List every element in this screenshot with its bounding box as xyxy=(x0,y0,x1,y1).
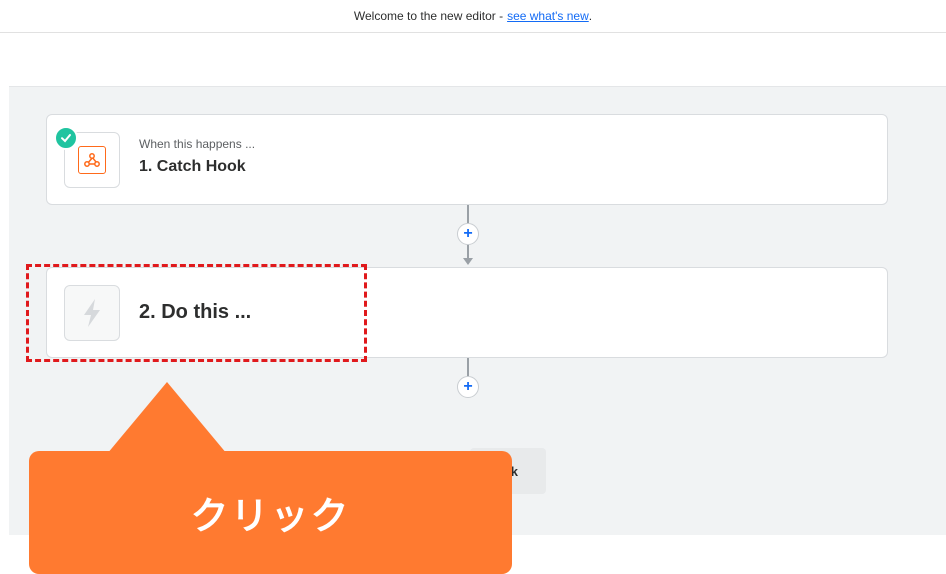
check-icon xyxy=(54,126,78,150)
add-step-button[interactable]: + xyxy=(457,223,479,245)
connector-arrow-icon xyxy=(463,258,473,265)
step-trigger-subtitle: When this happens ... xyxy=(139,137,256,151)
connector-line xyxy=(467,358,469,376)
webhook-icon xyxy=(78,146,106,174)
editor-banner: Welcome to the new editor - see what's n… xyxy=(0,0,946,33)
step-trigger-card[interactable]: When this happens ... 1. Catch Hook xyxy=(46,114,888,205)
click-callout: クリック xyxy=(29,451,512,574)
banner-text: Welcome to the new editor - xyxy=(353,9,504,23)
connector-line xyxy=(467,205,469,223)
step-trigger-title: 1. Catch Hook xyxy=(139,158,246,175)
see-whats-new-link[interactable]: see what's new xyxy=(507,9,589,23)
highlight-box xyxy=(26,264,367,362)
add-step-button[interactable]: + xyxy=(457,376,479,398)
callout-pointer xyxy=(107,382,227,454)
connector-line xyxy=(467,245,469,258)
banner-period: . xyxy=(588,9,593,23)
